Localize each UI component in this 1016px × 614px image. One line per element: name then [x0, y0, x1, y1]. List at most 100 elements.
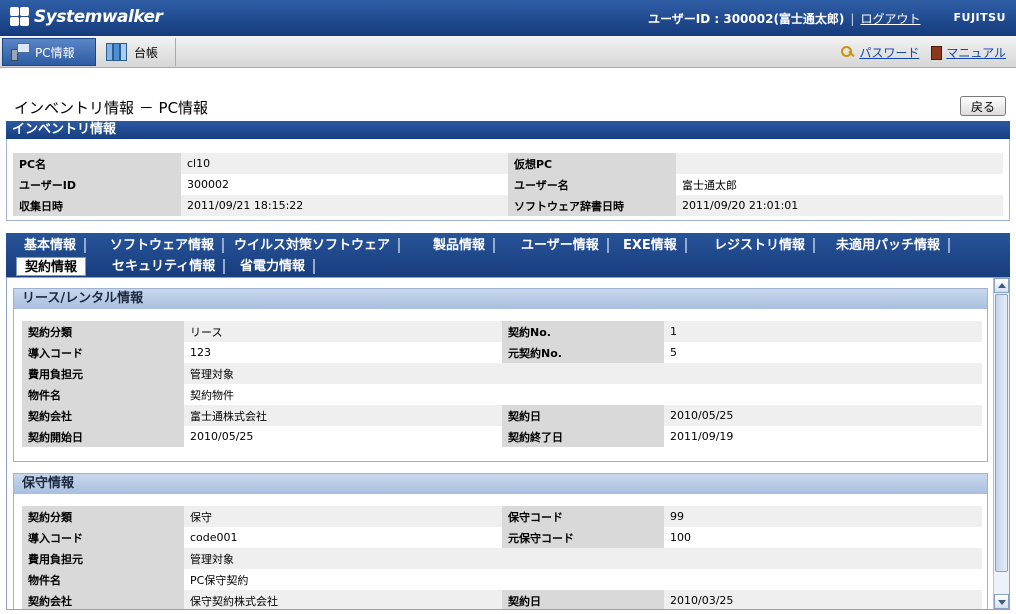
field-label: 契約分類 [22, 506, 184, 527]
user-info: ユーザーID : 300002(富士通太郎) | ログアウト [648, 12, 921, 26]
maintenance-section: 保守情報 契約分類 保守 保守コード 99 導入コード code001 元保守コード 100 費… [13, 473, 988, 609]
tab-row2-0[interactable]: 契約情報 [16, 257, 87, 276]
field-value: リース [184, 321, 502, 342]
tab-divider [813, 238, 816, 253]
lease-rental-title: リース/レンタル情報 [14, 289, 987, 309]
field-label: 契約終了日 [502, 426, 664, 447]
field-value: 123 [184, 342, 502, 363]
table-row: 費用負担元 管理対象 [22, 363, 982, 384]
tab-divider [398, 238, 401, 253]
field-value: 保守契約株式会社 [184, 590, 502, 609]
table-row: 契約開始日 2010/05/25 契約終了日 2011/09/19 [22, 426, 982, 447]
fujitsu-brand: FUJITSU [953, 11, 1006, 24]
field-value: 富士通株式会社 [184, 405, 502, 426]
field-value: 契約物件 [184, 384, 982, 405]
field-label: 物件名 [22, 384, 184, 405]
tab-divider [84, 238, 87, 253]
field-label: 元契約No. [502, 342, 664, 363]
ledger-icon [106, 43, 128, 61]
tab-2[interactable]: ウイルス対策ソフトウェア [226, 236, 401, 255]
tab-pc-info-label: PC情報 [35, 45, 75, 60]
app-header: Systemwalker ユーザーID : 300002(富士通太郎) | ログアウ… [0, 0, 1016, 36]
logout-link[interactable]: ログアウト [860, 12, 920, 26]
tab-pc-info[interactable]: PC情報 [2, 38, 96, 66]
field-label: 契約開始日 [22, 426, 184, 447]
field-value: 2010/05/25 [184, 426, 502, 447]
nav-links: パスワード マニュアル [841, 44, 1006, 61]
field-label: 費用負担元 [22, 363, 184, 384]
table-row: 導入コード code001 元保守コード 100 [22, 527, 982, 548]
tab-row2-2[interactable]: 省電力情報 [232, 257, 316, 276]
table-row: 契約会社 富士通株式会社 契約日 2010/05/25 [22, 405, 982, 426]
key-icon [841, 45, 855, 60]
tab-3[interactable]: 製品情報 [425, 236, 496, 255]
field-label: 収集日時 [13, 195, 181, 216]
table-row: 収集日時 2011/09/21 18:15:22 ソフトウェア辞書日時 2011/09… [13, 195, 1003, 216]
pc-icon [11, 43, 31, 61]
vertical-scrollbar[interactable] [993, 278, 1009, 609]
field-value: 2011/09/19 [664, 426, 982, 447]
tab-divider [606, 238, 609, 253]
password-link[interactable]: パスワード [859, 44, 919, 61]
field-label: 導入コード [22, 342, 184, 363]
field-label: 物件名 [22, 569, 184, 590]
tab-7[interactable]: 未適用パッチ情報 [828, 236, 951, 255]
scroll-up-icon[interactable] [994, 278, 1009, 293]
back-button[interactable]: 戻る [960, 96, 1006, 116]
field-label: 費用負担元 [22, 548, 184, 569]
lease-rental-table: 契約分類 リース 契約No. 1 導入コード 123 元契約No. 5 費用負担元 管理対象 物件名… [22, 321, 982, 447]
tab-4[interactable]: ユーザー情報 [513, 236, 609, 255]
app-name: Systemwalker [34, 7, 163, 27]
table-row: ユーザーID 300002 ユーザー名 富士通太郎 [13, 174, 1003, 195]
tab-divider [493, 238, 496, 253]
manual-icon [931, 45, 943, 60]
table-row: 物件名 契約物件 [22, 384, 982, 405]
field-value [676, 153, 1003, 174]
nav-bar: PC情報 台帳 パスワード マニュアル [0, 36, 1016, 68]
field-value: 管理対象 [184, 548, 982, 569]
field-label: 契約日 [502, 590, 664, 609]
table-row: 費用負担元 管理対象 [22, 548, 982, 569]
scroll-thumb[interactable] [995, 294, 1008, 572]
field-value: code001 [184, 527, 502, 548]
tab-divider [222, 238, 225, 253]
detail-tab-strip: 基本情報 ソフトウェア情報 ウイルス対策ソフトウェア 製品情報 ユーザー情報 EXE情報レ… [6, 233, 1010, 277]
page-title: インベントリ情報 － PC情報 [14, 99, 209, 117]
inventory-table: PC名 cl10 仮想PC ユーザーID 300002 ユーザー名 富士通太郎 収集日時 201… [13, 153, 1003, 216]
table-row: 導入コード 123 元契約No. 5 [22, 342, 982, 363]
field-label: 契約日 [502, 405, 664, 426]
field-value: 99 [664, 506, 982, 527]
scroll-down-icon[interactable] [994, 594, 1009, 609]
tab-0[interactable]: 基本情報 [16, 236, 87, 255]
field-value: 保守 [184, 506, 502, 527]
table-row: 契約分類 保守 保守コード 99 [22, 506, 982, 527]
table-row: 契約会社 保守契約株式会社 契約日 2010/03/25 [22, 590, 982, 609]
maintenance-title: 保守情報 [14, 474, 987, 494]
field-value: 100 [664, 527, 982, 548]
tab-5[interactable]: EXE情報 [615, 236, 687, 255]
field-label: 契約会社 [22, 590, 184, 609]
field-label: PC名 [13, 153, 181, 174]
manual-link[interactable]: マニュアル [946, 44, 1006, 61]
field-label: 契約分類 [22, 321, 184, 342]
tab-1[interactable]: ソフトウェア情報 [102, 236, 225, 255]
field-value: 1 [664, 321, 982, 342]
systemwalker-logo-icon [10, 7, 30, 27]
lease-rental-section: リース/レンタル情報 契約分類 リース 契約No. 1 導入コード 123 元契約No. 5 費… [13, 288, 988, 462]
tab-divider [948, 238, 951, 253]
table-row: PC名 cl10 仮想PC [13, 153, 1003, 174]
field-label: 契約会社 [22, 405, 184, 426]
table-row: 物件名 PC保守契約 [22, 569, 982, 590]
field-value: 2011/09/20 21:01:01 [676, 195, 1003, 216]
tab-divider [684, 238, 687, 253]
field-label: 契約No. [502, 321, 664, 342]
tab-6[interactable]: レジストリ情報 [706, 236, 816, 255]
field-value: 2010/05/25 [664, 405, 982, 426]
tab-row2-1[interactable]: セキュリティ情報 [104, 257, 226, 276]
field-label: 導入コード [22, 527, 184, 548]
field-value: 2010/03/25 [664, 590, 982, 609]
tab-divider [313, 259, 316, 274]
tab-divider [223, 259, 226, 274]
tab-ledger[interactable]: 台帳 [98, 38, 176, 66]
field-value: 富士通太郎 [676, 174, 1003, 195]
